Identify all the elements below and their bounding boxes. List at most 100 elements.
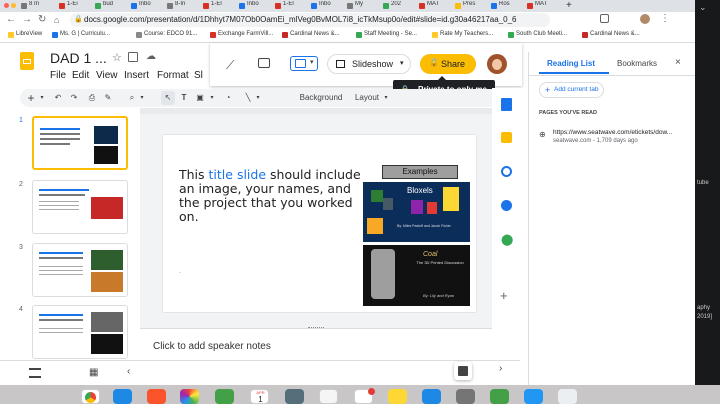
slide-title-text[interactable]: This title slide should include an image… [179, 168, 369, 224]
zoom-icon[interactable]: ⌕ [126, 91, 138, 105]
menu-slide[interactable]: Sl [194, 70, 203, 81]
insert-image-icon[interactable]: ▣ [194, 91, 206, 105]
forward-icon[interactable]: → [22, 14, 32, 25]
document-title[interactable]: DAD 1 ... [50, 50, 107, 66]
paint-format-icon[interactable]: ✎ [102, 91, 114, 105]
menu-edit[interactable]: Edit [72, 70, 89, 81]
chevron-down-icon[interactable]: ▾ [254, 91, 262, 105]
keep-icon[interactable] [501, 132, 512, 143]
shape-icon[interactable]: ◔ [222, 91, 234, 105]
filmstrip-view-icon[interactable] [29, 368, 41, 378]
text-box-icon[interactable]: T [178, 91, 190, 105]
chrome-dock-icon[interactable] [81, 389, 100, 404]
get-add-ons-icon[interactable]: + [500, 288, 508, 303]
browser-tab[interactable]: bud [94, 1, 128, 12]
redo-icon[interactable]: ↷ [68, 91, 80, 105]
browser-tab[interactable]: Inbo [130, 1, 164, 12]
home-icon[interactable]: ⌂ [54, 15, 59, 25]
comment-icon[interactable] [258, 58, 270, 68]
browser-tab[interactable]: MAT [418, 1, 452, 12]
browser-tab[interactable]: MAT [526, 1, 560, 12]
move-folder-icon[interactable] [128, 52, 138, 62]
reload-icon[interactable]: ↻ [38, 14, 46, 25]
grid-view-icon[interactable]: ▦ [89, 367, 101, 379]
safari-dock-icon[interactable] [113, 389, 132, 404]
star-icon[interactable]: ☆ [112, 51, 122, 64]
slides-logo-icon[interactable] [20, 52, 34, 70]
collapse-panel-icon[interactable]: ‹ [127, 366, 130, 377]
activity-trend-icon[interactable]: ⟋ [226, 58, 234, 73]
chevron-down-icon[interactable]: ▾ [382, 91, 390, 105]
bookmark-item[interactable]: Rate My Teachers... [432, 31, 493, 38]
facetime-dock-icon[interactable] [215, 389, 234, 404]
browser-tab[interactable]: 1-El [274, 1, 308, 12]
reading-list-item[interactable]: ⊕ https://www.seatwave.com/etickets/dow.… [529, 122, 695, 150]
print-icon[interactable]: ⎙ [86, 91, 98, 105]
back-icon[interactable]: ← [6, 14, 16, 25]
preview-dock-icon[interactable] [558, 389, 577, 404]
new-slide-icon[interactable]: + [24, 91, 38, 105]
meet-present-button[interactable]: ▾ [290, 56, 318, 71]
browser-tab[interactable]: 1-El [202, 1, 236, 12]
select-cursor-icon[interactable]: ↖ [161, 91, 175, 105]
extensions-icon[interactable] [600, 14, 609, 23]
chevron-down-icon[interactable]: ▾ [38, 91, 46, 105]
browser-tab[interactable]: Ros [490, 1, 524, 12]
url-input[interactable]: 🔒 docs.google.com/presentation/d/1Dhhyt7… [70, 13, 550, 27]
bookmark-item[interactable]: South Club Meeti... [508, 31, 567, 38]
background-button[interactable]: Background [298, 91, 344, 105]
bookmark-item[interactable]: Cardinal News &... [282, 31, 340, 38]
slideshow-button[interactable]: Slideshow ▾ [327, 54, 411, 74]
undo-icon[interactable]: ↶ [52, 91, 64, 105]
layout-button[interactable]: Layout [352, 91, 382, 105]
maps-icon[interactable]: ⬤ [501, 234, 513, 247]
slide-thumbnail-2[interactable] [32, 180, 128, 234]
bookmark-item[interactable]: LibreView [8, 31, 42, 38]
browser-tab[interactable]: My [346, 1, 380, 12]
calendar-dock-icon[interactable]: APR 1 [250, 389, 269, 404]
share-button[interactable]: 🔒 Share [420, 54, 476, 74]
browser-tab[interactable]: Inbo [238, 1, 272, 12]
bookmark-item[interactable]: Course: EDCO 91... [136, 31, 197, 38]
menu-insert[interactable]: Insert [124, 70, 149, 81]
system-preferences-dock-icon[interactable] [456, 389, 475, 404]
tasks-icon[interactable] [501, 166, 512, 177]
add-current-tab-button[interactable]: + Add current tab [539, 82, 604, 98]
slide-canvas[interactable]: This title slide should include an image… [163, 135, 476, 312]
slide-thumbnail-4[interactable] [32, 305, 128, 359]
browser-tab[interactable]: 8-In [166, 1, 200, 12]
user-avatar[interactable] [487, 54, 507, 74]
browser-tab[interactable]: Inbo [310, 1, 344, 12]
menu-file[interactable]: File [50, 70, 66, 81]
messages-dock-icon[interactable] [354, 388, 375, 404]
zoom-dock-icon[interactable] [524, 389, 543, 404]
menu-view[interactable]: View [96, 70, 118, 81]
reminders-dock-icon[interactable] [319, 389, 338, 404]
explore-button[interactable] [454, 362, 472, 380]
minimize-window-icon[interactable] [11, 3, 16, 8]
browser-tab[interactable]: 8 In [20, 1, 56, 12]
notes-dock-icon[interactable] [388, 389, 407, 404]
expand-sidebar-icon[interactable]: › [499, 363, 502, 374]
tab-bookmarks[interactable]: Bookmarks [617, 59, 657, 68]
close-window-icon[interactable] [4, 3, 9, 8]
tab-reading-list[interactable]: Reading List [547, 59, 595, 68]
bookmark-item[interactable]: Exchange FarmVill... [210, 31, 273, 38]
slide-thumbnail-1[interactable] [32, 116, 128, 170]
browser-tab[interactable]: 1-Ei [58, 1, 92, 12]
close-icon[interactable]: × [675, 57, 681, 68]
chevron-down-icon[interactable]: ▾ [208, 91, 216, 105]
browser-tab[interactable]: 202 [382, 1, 416, 12]
profile-avatar-icon[interactable] [640, 14, 650, 24]
menu-format[interactable]: Format [157, 70, 189, 81]
calendar-icon[interactable] [501, 98, 512, 111]
bookmark-item[interactable]: Staff Meeting - Se... [356, 31, 417, 38]
photos-dock-icon[interactable] [180, 389, 199, 404]
chevron-down-icon[interactable]: ▾ [138, 91, 146, 105]
line-icon[interactable]: ╲ [242, 91, 254, 105]
more-menu-icon[interactable]: ⋮ [660, 13, 670, 24]
facetime-video-dock-icon[interactable] [490, 389, 509, 404]
browser-tab[interactable]: Pres [454, 1, 488, 12]
brave-dock-icon[interactable] [147, 389, 166, 404]
window-control-icon[interactable]: ⌄ [699, 2, 707, 13]
